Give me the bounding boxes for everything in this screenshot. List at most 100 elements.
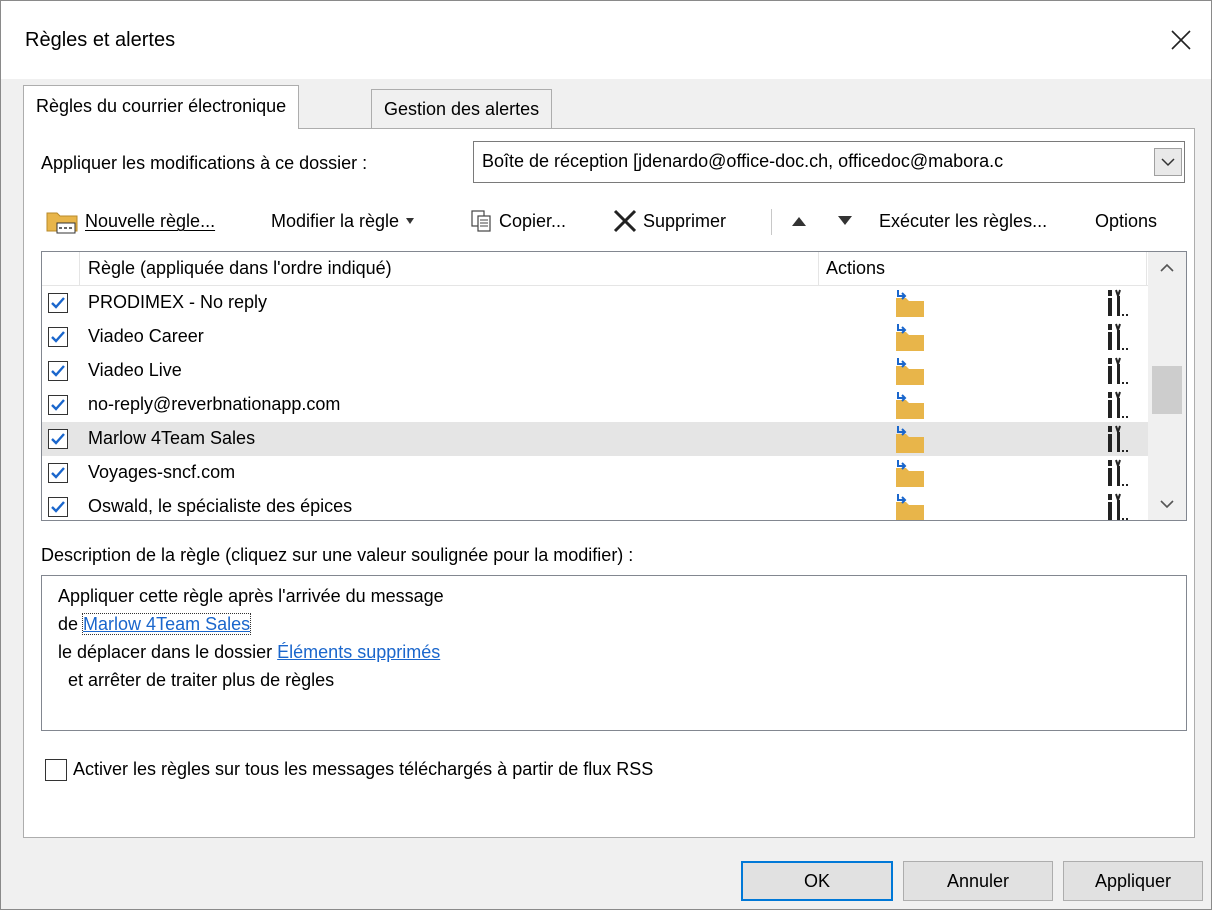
description-line-1: Appliquer cette règle après l'arrivée du…	[58, 586, 444, 606]
table-row[interactable]: no-reply@reverbnationapp.com	[42, 388, 1148, 422]
rule-name: Viadeo Live	[88, 360, 182, 380]
new-rule-button[interactable]: Nouvelle règle...	[45, 201, 215, 241]
modify-rule-button[interactable]: Modifier la règle	[271, 201, 419, 241]
description-move-prefix: le déplacer dans le dossier	[58, 642, 273, 662]
move-to-folder-icon	[892, 424, 926, 459]
cancel-button[interactable]: Annuler	[903, 861, 1053, 901]
scrollbar-thumb[interactable]	[1152, 366, 1182, 414]
rule-name: Marlow 4Team Sales	[88, 428, 256, 448]
rss-checkbox[interactable]	[45, 759, 67, 781]
arrow-up-icon	[792, 217, 806, 226]
table-row[interactable]: PRODIMEX - No reply	[42, 286, 1148, 320]
exceptions-icon	[1104, 424, 1134, 459]
rule-checkbox[interactable]	[48, 429, 68, 449]
rule-name: PRODIMEX - No reply	[88, 292, 268, 312]
column-divider	[818, 252, 819, 286]
rule-name: no-reply@reverbnationapp.com	[88, 394, 341, 414]
arrow-down-icon	[838, 216, 852, 225]
folder-dropdown-value: Boîte de réception [jdenardo@office-doc.…	[482, 151, 1004, 171]
copy-button[interactable]: Copier...	[469, 201, 566, 241]
close-icon	[1171, 30, 1191, 50]
close-button[interactable]	[1151, 15, 1211, 65]
description-label: Description de la règle (cliquez sur une…	[41, 545, 634, 565]
rule-checkbox[interactable]	[48, 497, 68, 517]
rule-description-box: Appliquer cette règle après l'arrivée du…	[41, 575, 1187, 731]
rule-name: Viadeo Career	[88, 326, 204, 346]
sender-link[interactable]: Marlow 4Team Sales	[82, 613, 252, 635]
table-row-selected[interactable]: Marlow 4Team Sales	[42, 422, 1148, 456]
move-to-folder-icon	[892, 356, 926, 391]
caret-down-icon	[405, 217, 415, 225]
exceptions-icon	[1104, 288, 1134, 323]
move-to-folder-icon	[892, 322, 926, 357]
tab-manage-alerts[interactable]: Gestion des alertes	[371, 89, 553, 129]
folder-link[interactable]: Éléments supprimés	[277, 642, 440, 662]
rss-checkbox-label[interactable]: Activer les règles sur tous les messages…	[73, 759, 653, 780]
checkmark-icon	[51, 331, 65, 343]
exceptions-icon	[1104, 390, 1134, 425]
delete-label: Supprimer	[643, 211, 727, 231]
modify-rule-label: Modifier la règle	[271, 211, 400, 231]
description-line-4: et arrêter de traiter plus de règles	[68, 670, 335, 690]
checkmark-icon	[51, 467, 65, 479]
move-down-button[interactable]	[837, 201, 853, 241]
column-header-rule[interactable]: Règle (appliquée dans l'ordre indiqué)	[88, 258, 392, 279]
rule-checkbox[interactable]	[48, 395, 68, 415]
move-up-button[interactable]	[791, 201, 807, 241]
vertical-scrollbar[interactable]	[1148, 252, 1186, 520]
delete-icon	[611, 207, 639, 235]
checkmark-icon	[51, 365, 65, 377]
checkmark-icon	[51, 501, 65, 513]
table-row[interactable]: Voyages-sncf.com	[42, 456, 1148, 490]
move-to-folder-icon	[892, 390, 926, 425]
move-to-folder-icon	[892, 458, 926, 493]
delete-button[interactable]: Supprimer	[611, 201, 726, 241]
tab-email-rules[interactable]: Règles du courrier électronique	[23, 85, 300, 129]
folder-dropdown[interactable]: Boîte de réception [jdenardo@office-doc.…	[473, 141, 1185, 183]
rule-checkbox[interactable]	[48, 463, 68, 483]
chevron-down-icon[interactable]	[1154, 148, 1182, 176]
rule-name: Oswald, le spécialiste des épices	[88, 496, 353, 516]
rules-list: Règle (appliquée dans l'ordre indiqué) A…	[41, 251, 1187, 521]
checkmark-icon	[51, 433, 65, 445]
toolbar-separator	[771, 209, 772, 235]
run-rules-button[interactable]: Exécuter les règles...	[879, 201, 1047, 241]
rule-name: Voyages-sncf.com	[88, 462, 236, 482]
chevron-down-icon	[1160, 500, 1174, 509]
description-from-prefix: de	[58, 614, 79, 634]
rules-alerts-dialog: Règles et alertes Règles du courrier éle…	[0, 0, 1212, 910]
table-row[interactable]: Viadeo Career	[42, 320, 1148, 354]
description-line-2: de Marlow 4Team Sales	[58, 613, 252, 635]
title-bar: Règles et alertes	[1, 1, 1211, 79]
exceptions-icon	[1104, 492, 1134, 520]
scroll-up-button[interactable]	[1148, 252, 1186, 284]
chevron-up-icon	[1160, 263, 1174, 272]
rule-checkbox[interactable]	[48, 327, 68, 347]
rules-toolbar: Nouvelle règle... Modifier la règle Copi…	[45, 201, 1185, 241]
exceptions-icon	[1104, 356, 1134, 391]
column-header-actions[interactable]: Actions	[826, 258, 885, 279]
move-to-folder-icon	[892, 492, 926, 520]
apply-folder-label: Appliquer les modifications à ce dossier…	[41, 153, 368, 173]
description-line-3: le déplacer dans le dossier Éléments sup…	[58, 642, 440, 663]
new-rule-label: Nouvelle règle...	[85, 211, 216, 231]
checkmark-icon	[51, 399, 65, 411]
rule-checkbox[interactable]	[48, 361, 68, 381]
exceptions-icon	[1104, 458, 1134, 493]
header-check-column	[42, 252, 80, 286]
ok-button[interactable]: OK	[741, 861, 893, 901]
column-divider	[1146, 252, 1147, 286]
copy-label: Copier...	[499, 211, 567, 231]
checkmark-icon	[51, 297, 65, 309]
table-row[interactable]: Viadeo Live	[42, 354, 1148, 388]
rule-checkbox[interactable]	[48, 293, 68, 313]
table-row[interactable]: Oswald, le spécialiste des épices	[42, 490, 1148, 520]
new-rule-icon	[45, 207, 81, 235]
window-title: Règles et alertes	[25, 29, 176, 51]
options-button[interactable]: Options	[1095, 201, 1157, 241]
apply-button[interactable]: Appliquer	[1063, 861, 1203, 901]
copy-icon	[469, 208, 495, 234]
exceptions-icon	[1104, 322, 1134, 357]
move-to-folder-icon	[892, 288, 926, 323]
scroll-down-button[interactable]	[1148, 488, 1186, 520]
